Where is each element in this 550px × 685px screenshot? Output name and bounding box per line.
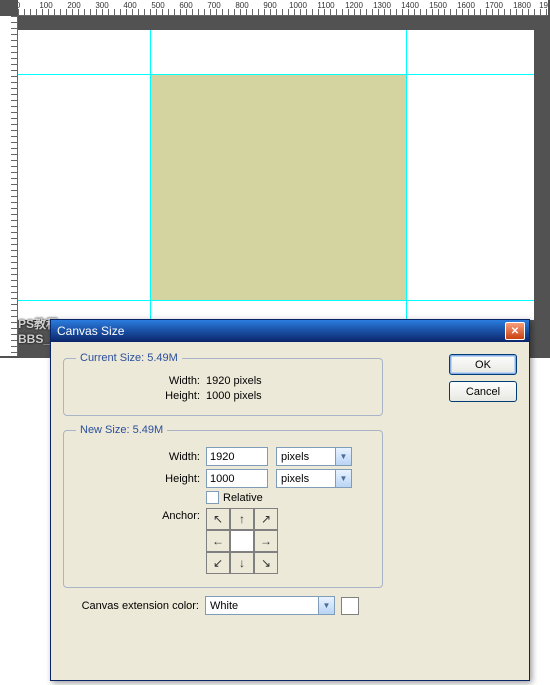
ruler-horizontal: 0100200 300400500 600700800 90010001100 … <box>18 0 548 16</box>
extension-color-label: Canvas extension color: <box>63 600 205 612</box>
anchor-e[interactable]: → <box>254 530 278 552</box>
anchor-s[interactable]: ↓ <box>230 552 254 574</box>
cancel-button[interactable]: Cancel <box>449 381 517 402</box>
anchor-w[interactable]: ← <box>206 530 230 552</box>
width-input[interactable] <box>206 447 268 466</box>
anchor-grid: ↖ ↑ ↗ ← → ↙ ↓ ↘ <box>206 508 278 574</box>
close-button[interactable]: ✕ <box>505 322 525 340</box>
ok-button[interactable]: OK <box>449 354 517 375</box>
anchor-ne[interactable]: ↗ <box>254 508 278 530</box>
guide-horizontal-top[interactable] <box>18 74 534 75</box>
current-height-value: 1000 pixels <box>206 390 296 402</box>
dialog-titlebar[interactable]: Canvas Size ✕ <box>51 320 529 342</box>
relative-checkbox[interactable] <box>206 491 219 504</box>
relative-label: Relative <box>223 492 263 504</box>
dialog-title: Canvas Size <box>57 324 124 338</box>
extension-color-select[interactable]: White ▼ <box>205 596 335 615</box>
current-size-legend: Current Size: 5.49M <box>76 352 182 364</box>
anchor-n[interactable]: ↑ <box>230 508 254 530</box>
current-width-label: Width: <box>76 375 206 387</box>
current-width-value: 1920 pixels <box>206 375 296 387</box>
dialog-body: OK Cancel Current Size: 5.49M Width: 192… <box>51 342 529 680</box>
close-icon: ✕ <box>511 326 519 337</box>
width-unit-select[interactable]: pixels ▼ <box>276 447 352 466</box>
shape-rectangle <box>150 74 406 300</box>
ruler-vertical <box>0 16 18 356</box>
canvas-document[interactable] <box>18 30 534 320</box>
guide-horizontal-bottom[interactable] <box>18 300 534 301</box>
anchor-center[interactable] <box>230 530 254 552</box>
anchor-se[interactable]: ↘ <box>254 552 278 574</box>
height-unit-select[interactable]: pixels ▼ <box>276 469 352 488</box>
anchor-sw[interactable]: ↙ <box>206 552 230 574</box>
workspace: 0100200 300400500 600700800 90010001100 … <box>0 0 550 358</box>
anchor-label: Anchor: <box>76 508 206 522</box>
height-input[interactable] <box>206 469 268 488</box>
new-height-label: Height: <box>76 473 206 485</box>
canvas-size-dialog: Canvas Size ✕ OK Cancel Current Size: 5.… <box>50 319 530 681</box>
extension-color-swatch[interactable] <box>341 597 359 615</box>
new-size-legend: New Size: 5.49M <box>76 424 167 436</box>
current-size-group: Current Size: 5.49M Width: 1920 pixels H… <box>63 352 383 416</box>
anchor-nw[interactable]: ↖ <box>206 508 230 530</box>
chevron-down-icon: ▼ <box>335 470 351 487</box>
chevron-down-icon: ▼ <box>335 448 351 465</box>
new-width-label: Width: <box>76 451 206 463</box>
chevron-down-icon: ▼ <box>318 597 334 614</box>
new-size-group: New Size: 5.49M Width: pixels ▼ Height: … <box>63 424 383 588</box>
current-height-label: Height: <box>76 390 206 402</box>
